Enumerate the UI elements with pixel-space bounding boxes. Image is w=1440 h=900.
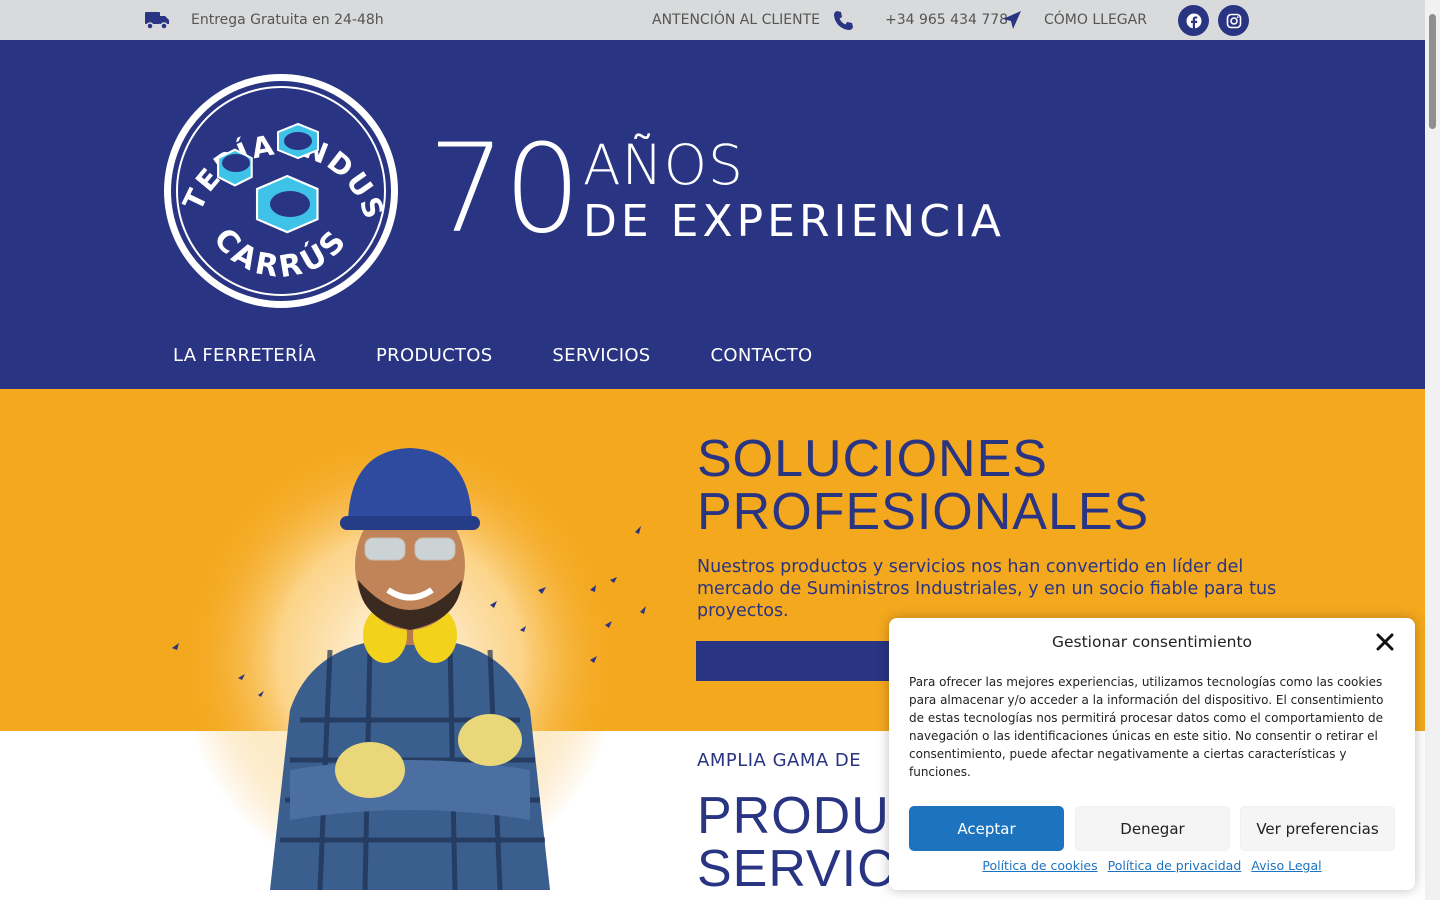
top-bar: Entrega Gratuita en 24-48h ANTENCIÓN AL … (0, 0, 1425, 40)
experience-label: DE EXPERIENCIA (583, 196, 1006, 247)
site-header: FERRETERÍA INDUSTRIAL CARRÚS 70 AÑOS DE … (0, 40, 1425, 389)
consent-body: Para ofrecer las mejores experiencias, u… (909, 675, 1384, 779)
truck-icon (145, 0, 171, 40)
section-subtitle: AMPLIA GAMA DE (697, 750, 862, 771)
hero-title: SOLUCIONES PROFESIONALES (697, 433, 1149, 539)
hero-title-line1: SOLUCIONES (697, 430, 1048, 488)
nav-la-ferreteria[interactable]: LA FERRETERÍA (173, 345, 316, 366)
phone-number-link[interactable]: +34 965 434 778 (885, 0, 1008, 40)
location-arrow-icon (1002, 0, 1022, 40)
close-icon[interactable] (1375, 632, 1395, 652)
years-number: 70 (428, 118, 581, 260)
nav-servicios[interactable]: SERVICIOS (552, 345, 650, 366)
nav-productos[interactable]: PRODUCTOS (376, 345, 492, 366)
legal-notice-link[interactable]: Aviso Legal (1251, 858, 1321, 873)
cookie-policy-link[interactable]: Política de cookies (982, 858, 1097, 873)
instagram-icon[interactable] (1218, 5, 1249, 36)
deny-button[interactable]: Denegar (1075, 806, 1230, 851)
ferreteria-carrus-logo[interactable]: FERRETERÍA INDUSTRIAL CARRÚS (162, 72, 400, 310)
hero-title-line2: PROFESIONALES (697, 483, 1150, 541)
directions-link[interactable]: CÓMO LLEGAR (1044, 0, 1147, 40)
privacy-policy-link[interactable]: Política de privacidad (1108, 858, 1242, 873)
delivery-text: Entrega Gratuita en 24-48h (191, 12, 384, 28)
page-scrollbar[interactable] (1425, 0, 1440, 900)
consent-links: Política de cookies Política de privacid… (889, 858, 1415, 873)
customer-service-link[interactable]: ANTENCIÓN AL CLIENTE (652, 0, 820, 40)
phone-icon (833, 0, 853, 40)
nav-contacto[interactable]: CONTACTO (711, 345, 813, 366)
years-label: AÑOS (583, 133, 744, 197)
preferences-button[interactable]: Ver preferencias (1240, 806, 1395, 851)
main-nav: LA FERRETERÍA PRODUCTOS SERVICIOS CONTAC… (173, 345, 872, 366)
scrollbar-thumb[interactable] (1429, 14, 1436, 129)
accept-button[interactable]: Aceptar (909, 806, 1064, 851)
worker-image (172, 430, 646, 891)
facebook-icon[interactable] (1178, 5, 1209, 36)
consent-title: Gestionar consentimiento (1051, 633, 1253, 651)
cookie-consent-dialog: Gestionar consentimiento Para ofrecer la… (889, 618, 1415, 890)
hero-description: Nuestros productos y servicios nos han c… (697, 557, 1277, 621)
